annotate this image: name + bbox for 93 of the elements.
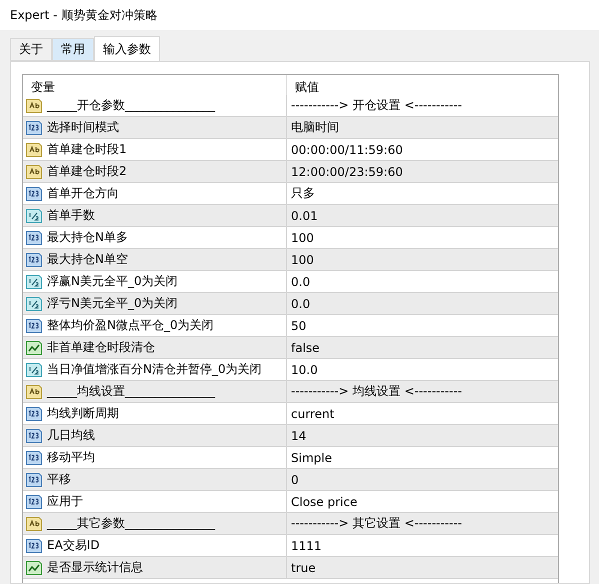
variable-name: EA交易ID bbox=[47, 537, 100, 554]
parameter-value[interactable]: 10.0 bbox=[291, 362, 318, 376]
variable-name: 当日净值增涨百分N清仓并暂停_0为关闭 bbox=[47, 361, 262, 378]
boolean-type-icon bbox=[26, 340, 42, 355]
integer-type-icon bbox=[26, 318, 42, 333]
text-type-icon bbox=[26, 164, 42, 179]
parameter-value[interactable]: 14 bbox=[291, 428, 306, 442]
parameter-value[interactable]: 0.0 bbox=[291, 274, 310, 288]
variable-name: _____开仓参数_______________ bbox=[47, 97, 215, 114]
parameter-value[interactable]: 1111 bbox=[291, 538, 322, 552]
table-row[interactable]: 选择时间模式 电脑时间 bbox=[23, 117, 558, 139]
table-row[interactable]: 首单建仓时段1 00:00:00/11:59:60 bbox=[23, 139, 558, 161]
variable-name: 非首单建仓时段清仓 bbox=[47, 339, 155, 356]
integer-type-icon bbox=[26, 472, 42, 487]
column-header[interactable]: 赋值 bbox=[287, 75, 558, 96]
variable-name: 首单开仓方向 bbox=[47, 185, 119, 202]
table-row[interactable]: _____均线设置_______________ -----------> 均线设置 <----------- bbox=[23, 381, 558, 403]
window-title: Expert - 顺势黄金对冲策略 bbox=[10, 6, 158, 24]
table-row[interactable]: _____其它参数_______________ -----------> 其它设置 <----------- bbox=[23, 513, 558, 535]
table-row[interactable]: 整体均价盈N微点平仓_0为关闭 50 bbox=[23, 315, 558, 337]
integer-type-icon bbox=[26, 406, 42, 421]
variable-name: 是否显示统计信息 bbox=[47, 559, 143, 576]
table-row[interactable]: 非首单建仓时段清仓 false bbox=[23, 337, 558, 359]
variable-name: 首单建仓时段1 bbox=[47, 141, 127, 158]
table-row[interactable]: 最大持仓N单多 100 bbox=[23, 227, 558, 249]
variable-name: 浮亏N美元全平_0为关闭 bbox=[47, 295, 178, 312]
tab[interactable]: 常用 bbox=[52, 38, 94, 61]
variable-name: _____均线设置_______________ bbox=[47, 383, 215, 400]
variable-name: 移动平均 bbox=[47, 449, 95, 466]
text-type-icon bbox=[26, 516, 42, 531]
parameter-value[interactable]: Close price bbox=[291, 494, 358, 508]
table-row[interactable]: 几日均线 14 bbox=[23, 425, 558, 447]
parameter-value[interactable]: 12:00:00/23:59:60 bbox=[291, 164, 403, 178]
text-type-icon bbox=[26, 384, 42, 399]
variable-name: 应用于 bbox=[47, 493, 83, 510]
table-row[interactable]: 移动平均 Simple bbox=[23, 447, 558, 469]
fraction-type-icon bbox=[26, 362, 42, 377]
parameter-value[interactable]: -----------> 开仓设置 <----------- bbox=[291, 97, 462, 114]
variable-name: 平移 bbox=[47, 471, 71, 488]
parameter-value[interactable]: 100 bbox=[291, 230, 314, 244]
table-row[interactable]: _____开仓参数_______________ -----------> 开仓设置 <----------- bbox=[23, 95, 558, 117]
parameter-value[interactable]: -----------> 均线设置 <----------- bbox=[291, 383, 462, 400]
parameter-value[interactable]: false bbox=[291, 340, 320, 354]
boolean-type-icon bbox=[26, 560, 42, 575]
parameter-value[interactable]: 0 bbox=[291, 472, 299, 486]
variable-name: 浮赢N美元全平_0为关闭 bbox=[47, 273, 178, 290]
table-row[interactable]: 当日净值增涨百分N清仓并暂停_0为关闭 10.0 bbox=[23, 359, 558, 381]
parameter-value[interactable]: -----------> 其它设置 <----------- bbox=[291, 515, 462, 532]
parameter-value[interactable]: 00:00:00/11:59:60 bbox=[291, 142, 403, 156]
table-row[interactable]: 是否显示统计信息 true bbox=[23, 557, 558, 579]
variable-name: 最大持仓N单多 bbox=[47, 229, 128, 246]
table-row[interactable]: EA交易ID 1111 bbox=[23, 535, 558, 557]
variable-name: 选择时间模式 bbox=[47, 119, 119, 136]
integer-type-icon bbox=[26, 230, 42, 245]
tab[interactable]: 输入参数 bbox=[94, 36, 160, 61]
parameter-value[interactable]: 0.01 bbox=[291, 208, 318, 222]
variable-name: 最大持仓N单空 bbox=[47, 251, 128, 268]
integer-type-icon bbox=[26, 186, 42, 201]
parameter-value[interactable]: Simple bbox=[291, 450, 332, 464]
fraction-type-icon bbox=[26, 296, 42, 311]
table-row[interactable]: 均线判断周期 current bbox=[23, 403, 558, 425]
variable-name: 均线判断周期 bbox=[47, 405, 119, 422]
parameter-value[interactable]: current bbox=[291, 406, 334, 420]
parameter-value[interactable]: 100 bbox=[291, 252, 314, 266]
tab[interactable]: 关于 bbox=[10, 38, 52, 61]
parameter-value[interactable]: 0.0 bbox=[291, 296, 310, 310]
integer-type-icon bbox=[26, 120, 42, 135]
table-row[interactable]: 首单建仓时段2 12:00:00/23:59:60 bbox=[23, 161, 558, 183]
fraction-type-icon bbox=[26, 274, 42, 289]
variable-name: _____其它参数_______________ bbox=[47, 515, 215, 532]
integer-type-icon bbox=[26, 428, 42, 443]
table-row[interactable]: 首单开仓方向 只多 bbox=[23, 183, 558, 205]
parameter-value[interactable]: true bbox=[291, 560, 316, 574]
variable-name: 首单手数 bbox=[47, 207, 95, 224]
text-type-icon bbox=[26, 142, 42, 157]
parameter-value[interactable]: 电脑时间 bbox=[291, 119, 339, 136]
integer-type-icon bbox=[26, 252, 42, 267]
table-row[interactable]: 最大持仓N单空 100 bbox=[23, 249, 558, 271]
table-row[interactable]: 首单手数 0.01 bbox=[23, 205, 558, 227]
integer-type-icon bbox=[26, 450, 42, 465]
variable-name: 整体均价盈N微点平仓_0为关闭 bbox=[47, 317, 214, 334]
variable-name: 首单建仓时段2 bbox=[47, 163, 127, 180]
table-row[interactable]: 平移 0 bbox=[23, 469, 558, 491]
integer-type-icon bbox=[26, 494, 42, 509]
integer-type-icon bbox=[26, 538, 42, 553]
parameter-value[interactable]: 50 bbox=[291, 318, 306, 332]
table-row[interactable]: 浮亏N美元全平_0为关闭 0.0 bbox=[23, 293, 558, 315]
table-row[interactable]: 浮赢N美元全平_0为关闭 0.0 bbox=[23, 271, 558, 293]
parameter-value[interactable]: 只多 bbox=[291, 185, 315, 202]
variable-name: 几日均线 bbox=[47, 427, 95, 444]
table-row[interactable]: 应用于 Close price bbox=[23, 491, 558, 513]
fraction-type-icon bbox=[26, 208, 42, 223]
text-type-icon bbox=[26, 98, 42, 113]
